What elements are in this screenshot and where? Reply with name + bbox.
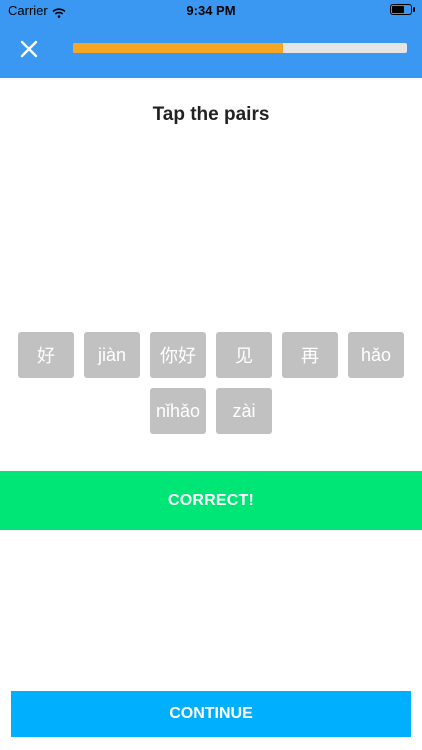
tile-row-2: nǐhǎo zài bbox=[0, 388, 422, 434]
continue-button[interactable]: CONTINUE bbox=[11, 691, 411, 737]
tile-nihao-character[interactable]: 你好 bbox=[150, 332, 206, 378]
tile-jian-character[interactable]: 见 bbox=[216, 332, 272, 378]
battery-icon bbox=[390, 4, 415, 15]
tile-jian-pinyin[interactable]: jiàn bbox=[84, 332, 140, 378]
lesson-header bbox=[0, 22, 422, 78]
tile-hao-character[interactable]: 好 bbox=[18, 332, 74, 378]
correct-banner: CORRECT! bbox=[0, 471, 422, 530]
status-time: 9:34 PM bbox=[186, 3, 236, 18]
close-button[interactable] bbox=[16, 36, 42, 62]
pair-tiles: 好 jiàn 你好 见 再 hǎo nǐhǎo zài bbox=[0, 332, 422, 444]
lesson-progress-fill bbox=[73, 43, 284, 53]
tile-zai-character[interactable]: 再 bbox=[282, 332, 338, 378]
status-bar: Carrier 9:34 PM bbox=[0, 0, 422, 22]
close-icon bbox=[20, 40, 38, 58]
lesson-progress-bar bbox=[73, 43, 407, 53]
tile-hao-pinyin[interactable]: hǎo bbox=[348, 332, 404, 378]
exercise-title: Tap the pairs bbox=[152, 104, 270, 125]
tile-nihao-pinyin[interactable]: nǐhǎo bbox=[150, 388, 206, 434]
tile-zai-pinyin[interactable]: zài bbox=[216, 388, 272, 434]
tile-row-1: 好 jiàn 你好 见 再 hǎo bbox=[0, 332, 422, 378]
